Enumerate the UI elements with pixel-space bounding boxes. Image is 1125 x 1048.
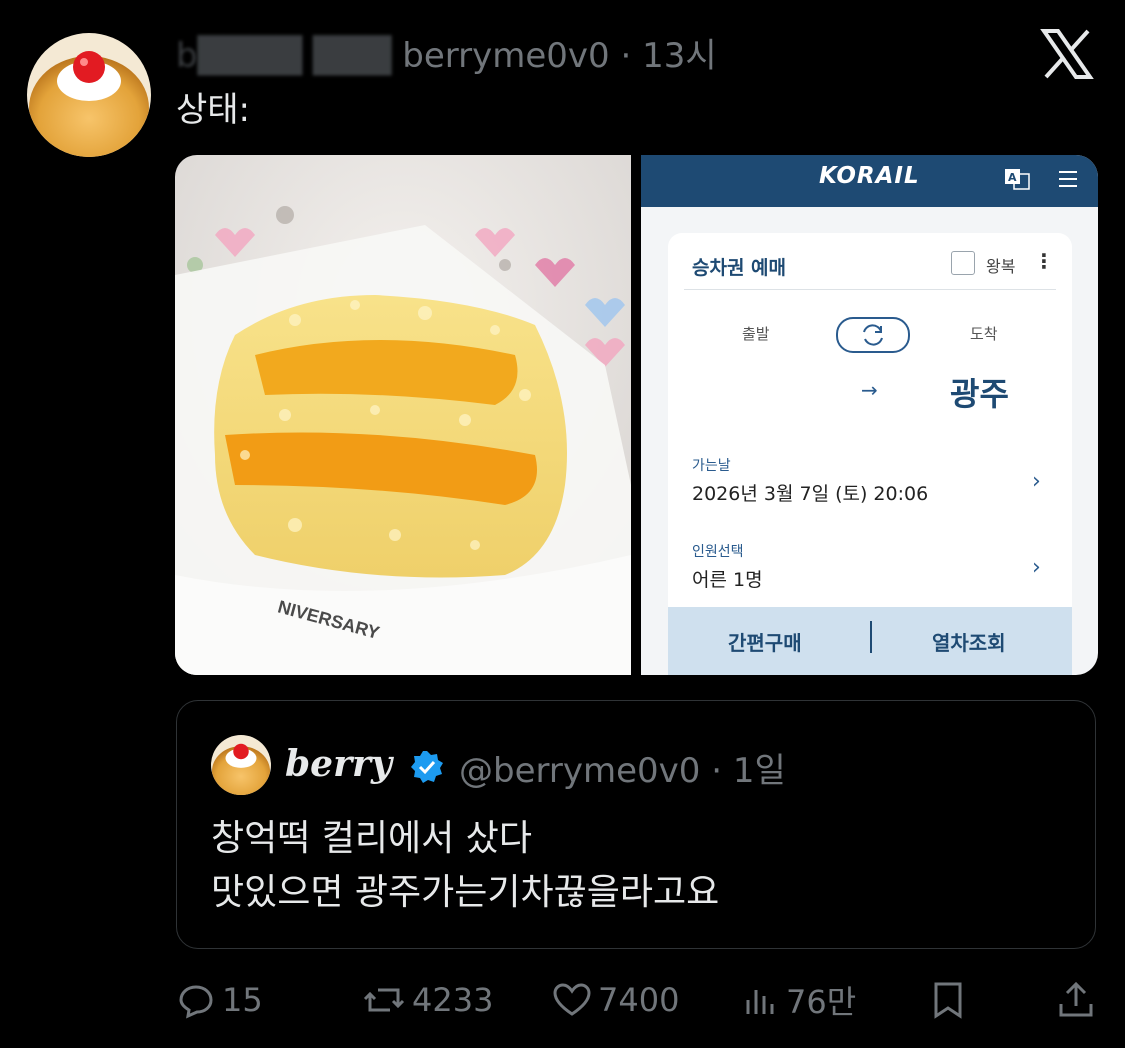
arrival-label: 도착 (970, 325, 998, 343)
reply-button[interactable]: 15 (176, 980, 263, 1020)
destination-station: 광주 (950, 375, 1009, 413)
quoted-author-name: berry (285, 743, 392, 785)
date-value: 2026년 3월 7일 (토) 20:06 (692, 483, 929, 505)
views-count: 76만 (786, 983, 857, 1021)
quoted-text-line2: 맛있으면 광주가는기차끊을라고요 (211, 872, 720, 913)
translate-icon: A (1004, 166, 1030, 192)
bookmark-icon (934, 982, 962, 1019)
views-button[interactable]: 76만 (744, 980, 857, 1021)
quick-buy-button: 간편구매 (728, 631, 802, 655)
korail-logo: KORAIL (819, 163, 920, 189)
arrow-right-icon: → (861, 378, 878, 402)
passenger-value: 어른 1명 (692, 569, 763, 591)
quoted-time: · 1일 (711, 751, 786, 791)
bar-separator (870, 621, 872, 653)
author-avatar[interactable] (27, 33, 151, 157)
reply-icon (179, 985, 213, 1019)
x-logo-icon[interactable] (1040, 27, 1094, 81)
card-divider (684, 289, 1056, 290)
quoted-meta: @berryme0v0 · 1일 (459, 743, 786, 792)
share-icon (1059, 981, 1093, 1017)
heart-icon (553, 983, 591, 1016)
like-count: 7400 (598, 981, 680, 1019)
food-photo[interactable]: NIVERSARY (175, 155, 631, 675)
passenger-label: 인원선택 (692, 544, 744, 560)
svg-text:A: A (1008, 171, 1017, 184)
quoted-author-avatar (211, 735, 271, 795)
author-handle-blurred[interactable]: ████ ███ (198, 36, 403, 76)
chevron-right-icon: › (1032, 469, 1041, 494)
more-icon: ⋮ (1034, 249, 1054, 273)
author-name[interactable]: b (176, 36, 198, 76)
bookmark-button[interactable] (930, 980, 972, 1020)
booking-card: 승차권 예매 왕복 ⋮ 출발 도착 → 광주 가는날 2026년 3월 7일 (… (668, 233, 1072, 633)
train-search-button: 열차조회 (932, 631, 1006, 655)
swap-icon (836, 317, 910, 353)
korail-screenshot[interactable]: KORAIL A 승차권 예매 왕복 ⋮ 출발 도착 → 광주 가는날 2026… (641, 155, 1098, 675)
round-trip-label: 왕복 (986, 257, 1016, 276)
round-trip-checkbox (951, 251, 975, 275)
menu-icon (1057, 168, 1079, 190)
reply-count: 15 (222, 981, 263, 1019)
verified-badge-icon (409, 749, 445, 785)
quoted-tweet[interactable]: berry @berryme0v0 · 1일 창억떡 컬리에서 샀다 맛있으면 … (176, 700, 1096, 949)
like-button[interactable]: 7400 (552, 980, 679, 1020)
views-icon (746, 990, 774, 1014)
retweet-icon (363, 988, 405, 1012)
korail-bottom-bar: 간편구매 열차조회 (668, 607, 1072, 675)
tweet-time[interactable]: · 13시 (620, 36, 716, 76)
booking-title: 승차권 예매 (692, 257, 787, 279)
tweet-text: 상태: (176, 90, 251, 130)
korail-header: KORAIL A (641, 155, 1098, 207)
author-handle[interactable]: berryme0v0 (402, 36, 609, 76)
quoted-handle: @berryme0v0 (459, 751, 701, 791)
retweet-count: 4233 (412, 981, 494, 1019)
chevron-right-icon: › (1032, 555, 1041, 580)
tweet-media[interactable]: NIVERSARY KORAIL A 승차권 예매 왕복 ⋮ 출발 도착 → 광… (175, 155, 1098, 675)
quoted-text-line1: 창억떡 컬리에서 샀다 (211, 818, 532, 859)
retweet-button[interactable]: 4233 (362, 980, 493, 1020)
media-divider (631, 155, 641, 675)
date-label: 가는날 (692, 458, 731, 474)
departure-label: 출발 (742, 325, 770, 343)
share-button[interactable] (1056, 980, 1102, 1020)
tweet-header: b████ ███ berryme0v0 · 13시 (176, 28, 717, 77)
